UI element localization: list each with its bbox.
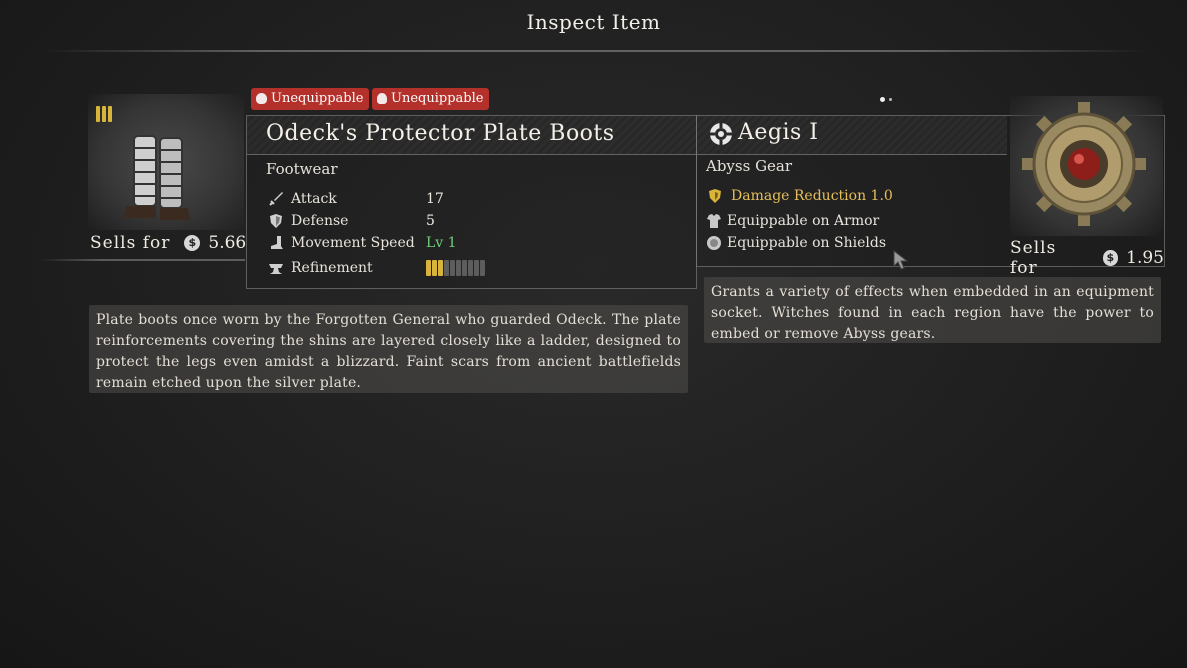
aegis-gear-image xyxy=(1022,102,1146,226)
refinement-pip xyxy=(456,260,461,276)
item-stats-panel: Odeck's Protector Plate Boots Footwear A… xyxy=(246,115,697,289)
refinement-pip xyxy=(438,260,443,276)
refinement-pip xyxy=(432,260,437,276)
sells-divider xyxy=(40,259,245,261)
item-name-header: Odeck's Protector Plate Boots xyxy=(247,116,696,155)
sells-for-label: Sells for xyxy=(1010,238,1057,278)
right-sell-price: Sells for $ 1.95 xyxy=(1010,238,1164,278)
left-sell-price: Sells for $ 5.66 xyxy=(90,233,246,253)
gear-type: Abyss Gear xyxy=(706,157,793,175)
boot-icon xyxy=(271,236,283,249)
sell-price-value: 1.95 xyxy=(1126,248,1164,268)
gear-main-effect: Damage Reduction 1.0 xyxy=(707,185,893,207)
refinement-meter xyxy=(426,260,485,276)
item-description: Plate boots once worn by the Forgotten G… xyxy=(89,305,688,393)
gear-name: Aegis I xyxy=(738,120,819,145)
abyss-gear-icon xyxy=(710,123,732,145)
refinement-pip xyxy=(462,260,467,276)
coin-icon: $ xyxy=(1102,250,1119,266)
equippable-armor: Equippable on Armor xyxy=(706,210,879,232)
refinement-pip xyxy=(426,260,431,276)
item-name: Odeck's Protector Plate Boots xyxy=(266,121,615,146)
plate-boots-icon xyxy=(124,135,190,220)
stat-list: Attack 17 Defense 5 Movement Speed Lv 1 … xyxy=(268,188,485,279)
refinement-pip xyxy=(450,260,455,276)
stat-row-refinement: Refinement xyxy=(268,257,485,279)
stat-row-movement-speed: Movement Speed Lv 1 xyxy=(268,232,485,254)
dot-inactive[interactable] xyxy=(889,98,892,101)
sword-icon xyxy=(269,192,283,206)
dot-active[interactable] xyxy=(880,97,885,102)
unequippable-badge-hand: Unequippable xyxy=(372,88,490,110)
gold-shield-icon xyxy=(709,189,721,203)
item-type: Footwear xyxy=(266,160,338,178)
gear-name-header: Aegis I xyxy=(697,116,1007,155)
refinement-pip xyxy=(444,260,449,276)
cursor-icon xyxy=(893,250,909,270)
refinement-pip xyxy=(474,260,479,276)
hand-slot-icon xyxy=(377,93,387,104)
armor-icon xyxy=(707,214,721,228)
head-slot-icon xyxy=(256,93,267,104)
gear-description: Grants a variety of effects when embedde… xyxy=(704,277,1161,343)
anvil-icon xyxy=(269,264,283,274)
page-title: Inspect Item xyxy=(526,10,661,34)
title-divider xyxy=(40,50,1147,52)
equippable-shields: Equippable on Shields xyxy=(706,232,886,254)
gear-thumbnail[interactable] xyxy=(1010,96,1163,236)
page-dots xyxy=(880,97,892,102)
round-shield-icon xyxy=(707,236,721,250)
stat-row-defense: Defense 5 xyxy=(268,210,485,232)
unequippable-badge-head: Unequippable xyxy=(251,88,370,110)
sells-for-label: Sells for xyxy=(90,233,171,253)
shield-icon xyxy=(270,214,282,228)
refinement-pip xyxy=(480,260,485,276)
refinement-pip xyxy=(468,260,473,276)
sell-price-value: 5.66 xyxy=(208,233,247,253)
coin-icon: $ xyxy=(184,235,201,251)
item-thumbnail-boots[interactable] xyxy=(88,94,244,230)
stat-row-attack: Attack 17 xyxy=(268,188,485,210)
tier-three-bars-icon xyxy=(96,106,112,122)
